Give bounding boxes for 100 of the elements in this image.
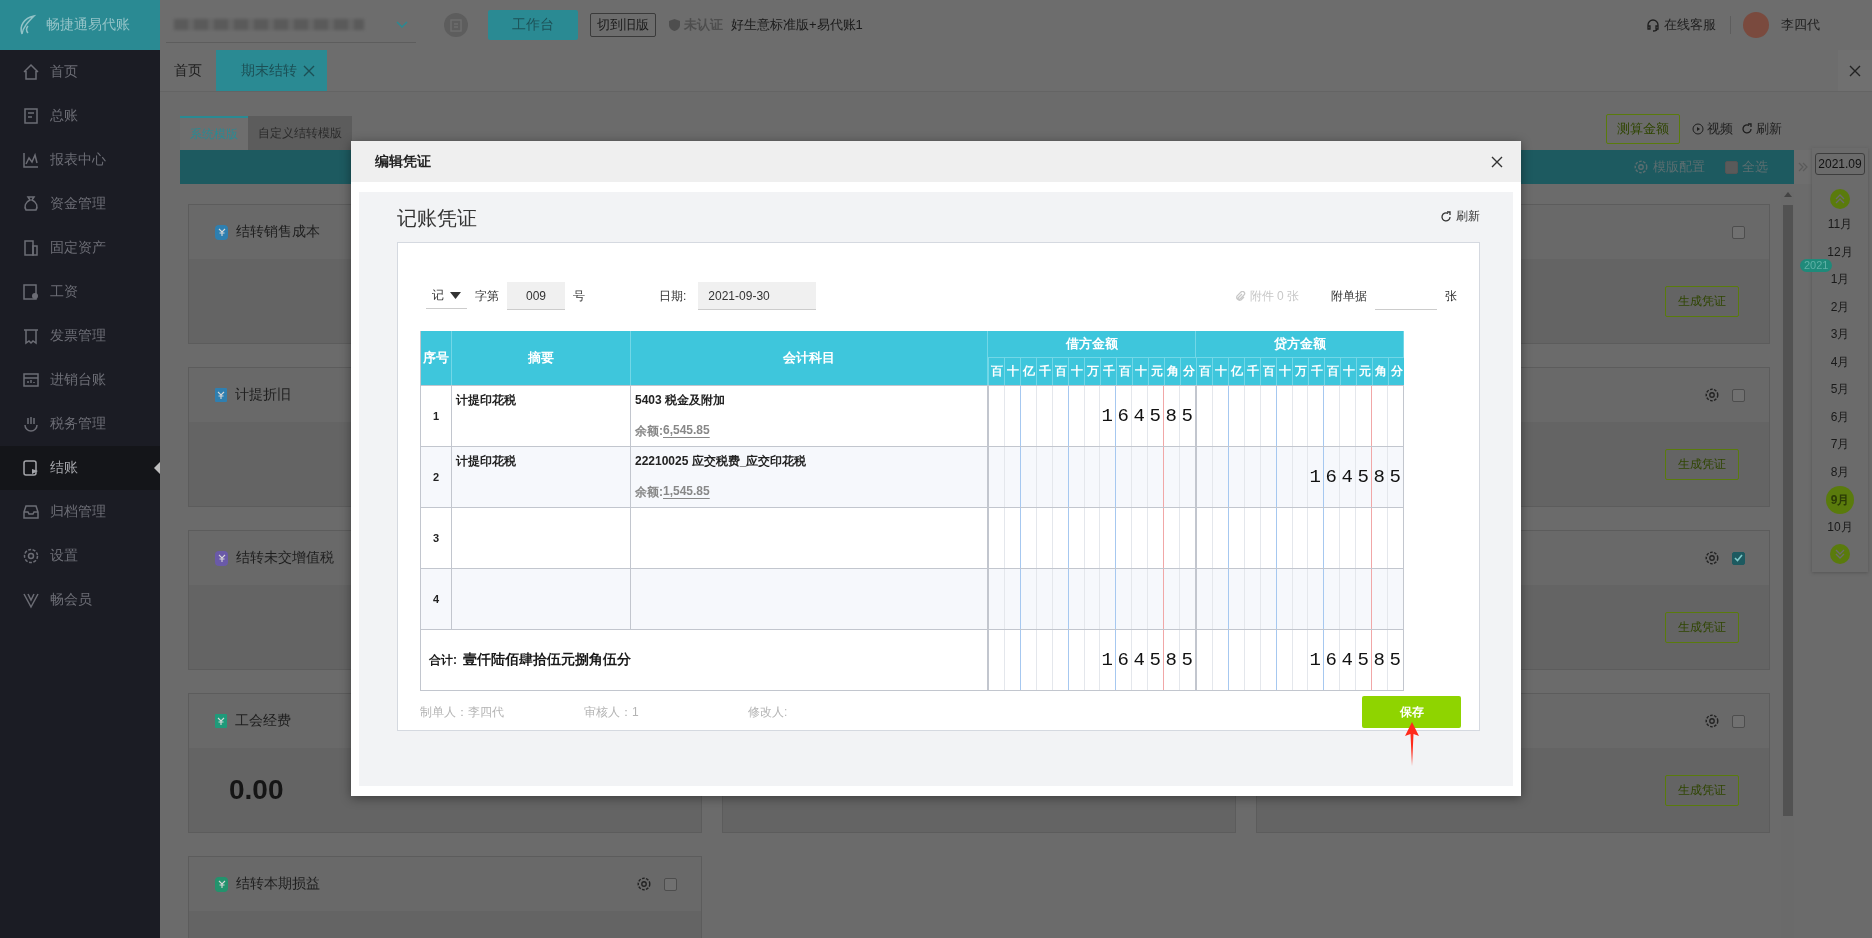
closing-icon — [22, 459, 40, 477]
row-number: 2 — [432, 471, 440, 483]
sidebar-item[interactable]: 固定资产 — [0, 226, 160, 270]
digit-header: 百 — [1260, 358, 1276, 385]
sidebar-item[interactable]: 首页 — [0, 50, 160, 94]
checkbox[interactable] — [664, 877, 677, 891]
sidebar-item[interactable]: 税务管理 — [0, 402, 160, 446]
month-item[interactable]: 6月 — [1826, 403, 1854, 431]
month-item[interactable]: 2月 — [1826, 293, 1854, 321]
sidebar-item[interactable]: 资金管理 — [0, 182, 160, 226]
digit-header: 角 — [1164, 358, 1180, 385]
edition-label: 好生意标准版+易代账1 — [731, 16, 863, 34]
headset-icon — [1646, 18, 1660, 32]
digit-header: 十 — [1068, 358, 1084, 385]
month-item[interactable]: 7月 — [1826, 431, 1854, 459]
online-support-link[interactable]: 在线客服 — [1646, 16, 1731, 34]
user-avatar[interactable] — [1743, 12, 1769, 38]
field-label: 字第 — [475, 287, 499, 305]
year-badge: 2021 — [1800, 259, 1833, 272]
sidebar-item[interactable]: 发票管理 — [0, 314, 160, 358]
card-title: 结转本期损益 — [236, 875, 320, 893]
month-item[interactable]: 3月 — [1826, 321, 1854, 349]
month-item[interactable]: 10月 — [1826, 514, 1854, 542]
close-icon[interactable] — [1491, 155, 1503, 168]
paperclip-icon — [1234, 290, 1246, 302]
digit-header: 元 — [1148, 358, 1164, 385]
column-header: 贷方金额 — [1196, 331, 1404, 358]
refresh-link[interactable]: 刷新 — [1440, 208, 1480, 225]
column-header: 摘要 — [452, 331, 631, 385]
month-item[interactable]: 11月 — [1826, 211, 1854, 239]
month-item[interactable]: 8月 — [1826, 458, 1854, 486]
sidebar-item[interactable]: 工资 — [0, 270, 160, 314]
period-field[interactable]: 2021.09 — [1815, 153, 1865, 175]
summary-cell[interactable]: 计提印花税 — [456, 454, 516, 468]
settings-icon[interactable] — [1704, 713, 1720, 729]
generate-voucher-button[interactable]: 生成凭证 — [1665, 285, 1739, 317]
tab[interactable]: 首页 — [160, 50, 216, 91]
balance-value: 1,545.85 — [663, 484, 710, 500]
digit-header: 角 — [1372, 358, 1388, 385]
register-icon — [22, 371, 40, 389]
video-link[interactable]: 视频 — [1692, 120, 1733, 138]
sidebar-item[interactable]: 进销台账 — [0, 358, 160, 402]
checkbox[interactable] — [1732, 225, 1745, 239]
chevron-down-icon[interactable] — [1830, 543, 1850, 564]
line-chart-icon — [22, 151, 40, 169]
save-button[interactable]: 保存 — [1362, 696, 1461, 728]
digit-header: 十 — [1340, 358, 1356, 385]
checkbox[interactable] — [1732, 714, 1745, 728]
chevron-up-icon[interactable] — [1830, 189, 1850, 209]
amount-digits: 164585 — [1309, 466, 1406, 488]
scroll-up-icon[interactable] — [1783, 192, 1792, 197]
money-bag-icon — [22, 195, 40, 213]
tab[interactable]: 期末结转 — [216, 50, 327, 91]
checkbox[interactable] — [1732, 551, 1745, 565]
voucher-type-select[interactable]: 记 — [426, 283, 467, 309]
digit-header: 分 — [1388, 358, 1404, 385]
account-cell[interactable]: 5403 税金及附加 — [635, 392, 983, 409]
month-item[interactable]: 5月 — [1826, 376, 1854, 404]
date-label: 日期: — [659, 287, 687, 305]
settings-icon[interactable] — [1704, 550, 1720, 566]
card-title: 结转未交增值税 — [236, 549, 334, 567]
generate-voucher-button[interactable]: 生成凭证 — [1665, 448, 1739, 480]
workbench-button[interactable]: 工作台 — [488, 10, 578, 40]
month-item[interactable]: 4月 — [1826, 348, 1854, 376]
checkbox[interactable] — [1732, 388, 1745, 402]
old-version-button[interactable]: 切到旧版 — [590, 13, 656, 37]
digit-header: 百 — [1052, 358, 1068, 385]
sidebar-item[interactable]: 结账 — [0, 446, 160, 490]
payroll-icon — [22, 283, 40, 301]
sidebar-item[interactable]: 总账 — [0, 94, 160, 138]
settings-icon[interactable] — [1704, 387, 1720, 403]
sidebar-item[interactable]: 设置 — [0, 534, 160, 578]
sidebar-item[interactable]: 归档管理 — [0, 490, 160, 534]
account-cell[interactable]: 22210025 应交税费_应交印花税 — [635, 453, 983, 470]
amount-digits: 164585 — [1101, 405, 1198, 427]
digit-header: 十 — [1004, 358, 1020, 385]
summary-cell[interactable]: 计提印花税 — [456, 393, 516, 407]
generate-voucher-button[interactable]: 生成凭证 — [1665, 611, 1739, 643]
refresh-link[interactable]: 刷新 — [1741, 120, 1782, 138]
building-icon — [22, 239, 40, 257]
total-in-words: 壹仟陆佰肆拾伍元捌角伍分 — [463, 651, 631, 669]
settings-icon[interactable] — [1633, 159, 1649, 175]
digit-header: 十 — [1212, 358, 1228, 385]
number-field[interactable]: 009 — [507, 282, 565, 310]
digit-header: 百 — [1196, 358, 1212, 385]
generate-voucher-button[interactable]: 生成凭证 — [1665, 774, 1739, 806]
month-item[interactable]: 9月 — [1826, 486, 1854, 514]
ledger-icon — [22, 107, 40, 125]
settings-icon[interactable] — [636, 876, 652, 892]
date-field[interactable]: 2021-09-30 — [698, 282, 817, 310]
sidebar-item[interactable]: 畅会员 — [0, 578, 160, 622]
reviewer-label: 审核人：1 — [584, 703, 640, 721]
row-number: 1 — [432, 410, 440, 422]
user-name[interactable]: 李四代 — [1781, 16, 1820, 34]
sidebar-item[interactable]: 报表中心 — [0, 138, 160, 182]
digit-header: 亿 — [1228, 358, 1244, 385]
checkbox[interactable] — [1725, 160, 1738, 174]
estimate-button[interactable]: 测算金额 — [1606, 114, 1680, 144]
column-header: 序号 — [421, 331, 452, 385]
row-number: 4 — [432, 593, 440, 605]
